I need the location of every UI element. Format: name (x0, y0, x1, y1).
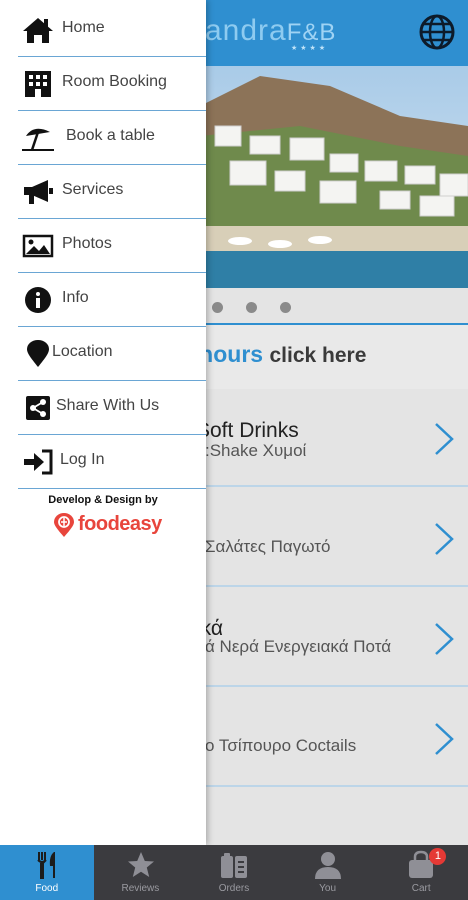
drawer-item-label: Book a table (66, 127, 155, 144)
side-drawer: Home Room Booking Book a table Services (0, 0, 206, 845)
login-icon (24, 449, 53, 475)
drawer-item-label: Home (62, 19, 105, 36)
drawer-item-label: Share With Us (56, 397, 160, 414)
chevron-right-icon (435, 623, 454, 655)
tab-reviews[interactable]: Reviews (94, 845, 188, 900)
foodeasy-pin-icon (54, 513, 74, 537)
drawer-item-share[interactable]: Share With Us (18, 382, 206, 435)
category-subtitle: ά Νερά Ενεργειακά Ποτά (205, 637, 392, 656)
tab-label: Cart (411, 883, 431, 894)
info-icon (25, 287, 51, 313)
carousel-dot[interactable] (212, 302, 223, 313)
drawer-item-photos[interactable]: Photos (18, 220, 206, 273)
drawer-item-room-booking[interactable]: Room Booking (18, 58, 206, 111)
drawer-item-label: Room Booking (62, 73, 167, 90)
category-subtitle: Σαλάτες Παγωτό (205, 537, 331, 556)
drawer-item-label: Info (62, 289, 89, 306)
drawer-item-home[interactable]: Home (18, 4, 206, 57)
megaphone-icon (24, 180, 53, 204)
tab-food[interactable]: Food (0, 845, 94, 900)
user-icon (314, 852, 341, 879)
logo-text: andra (205, 14, 287, 47)
share-icon (26, 396, 50, 420)
image-icon (22, 234, 54, 258)
carousel-dot[interactable] (280, 302, 291, 313)
tab-cart[interactable]: 1 Cart (374, 845, 468, 900)
map-pin-icon (27, 340, 49, 367)
brand-name: foodeasy (78, 513, 162, 535)
hotel-icon (25, 71, 51, 97)
orders-icon (221, 853, 248, 878)
bottom-tab-bar: Food Reviews Orders You 1 Cart (0, 845, 468, 900)
logo-stars: ★★★★ (291, 45, 329, 52)
category-subtitle: :Shake Χυμοί (205, 441, 307, 460)
drawer-item-label: Photos (62, 235, 112, 252)
drawer-item-label: Services (62, 181, 124, 198)
opening-hours-link[interactable]: e hours click here (180, 341, 366, 368)
tab-you[interactable]: You (281, 845, 375, 900)
logo-suffix: F&B (286, 19, 337, 46)
home-icon (23, 18, 53, 43)
drawer-item-label: Log In (60, 451, 105, 468)
chevron-right-icon (435, 723, 454, 755)
utensils-icon (37, 852, 55, 879)
tab-label: You (319, 883, 337, 894)
cart-badge: 1 (429, 848, 447, 865)
chevron-right-icon (435, 523, 454, 555)
drawer-item-login[interactable]: Log In (18, 436, 206, 489)
beach-umbrella-icon (22, 128, 54, 151)
chevron-right-icon (435, 423, 454, 455)
tab-label: Orders (218, 883, 250, 894)
drawer-item-info[interactable]: Info (18, 274, 206, 327)
foodeasy-logo[interactable]: foodeasy (52, 512, 162, 540)
drawer-item-label: Location (52, 343, 113, 360)
star-icon (127, 852, 154, 877)
tab-orders[interactable]: Orders (187, 845, 281, 900)
hours-link-text: click here (269, 344, 367, 367)
drawer-item-location[interactable]: Location (18, 328, 206, 381)
drawer-item-book-a-table[interactable]: Book a table (18, 112, 206, 165)
app-logo: andraF&B ★★★★ (205, 14, 337, 52)
drawer-item-services[interactable]: Services (18, 166, 206, 219)
category-subtitle: ο Τσίπουρο Coctails (205, 736, 357, 755)
tab-label: Food (35, 883, 59, 894)
tab-label: Reviews (121, 883, 160, 894)
credit-text: Develop & Design by (48, 494, 158, 506)
carousel-dot[interactable] (246, 302, 257, 313)
category-title: Soft Drinks (196, 419, 299, 442)
globe-icon[interactable] (417, 12, 457, 52)
